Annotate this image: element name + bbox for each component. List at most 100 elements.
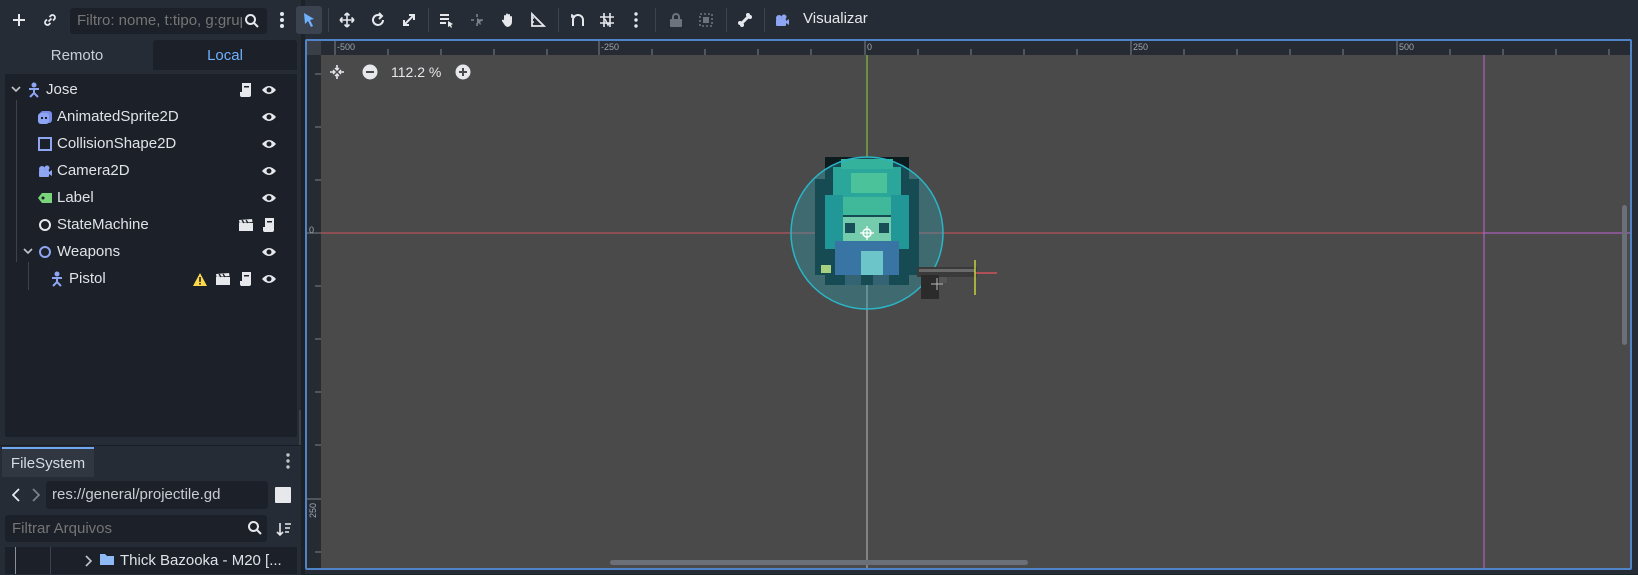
kebab-menu-icon <box>280 12 284 28</box>
link-icon <box>44 14 56 26</box>
search-icon <box>245 14 259 28</box>
filesystem-menu-button[interactable] <box>284 451 292 471</box>
scene-tree: Jose AnimatedSprite2D CollisionShape2D C… <box>5 74 297 437</box>
ruler-mode-button[interactable] <box>528 8 548 32</box>
search-icon <box>248 521 262 535</box>
chevron-right-icon[interactable] <box>85 555 93 567</box>
lock-button[interactable] <box>666 8 686 32</box>
folder-label: Thick Bazooka - M20 [... <box>120 552 282 569</box>
visibility-eye-icon[interactable] <box>261 163 277 179</box>
horizontal-scrollbar[interactable] <box>610 560 1028 565</box>
tab-remote[interactable]: Remoto <box>5 40 149 70</box>
cursor-arrow-icon <box>304 13 314 27</box>
group-button[interactable] <box>696 8 716 32</box>
scene-filter-field[interactable] <box>70 8 267 34</box>
smart-snap-button[interactable] <box>568 8 588 32</box>
plus-icon <box>13 14 25 26</box>
tree-row-animatedsprite2d[interactable]: AnimatedSprite2D <box>5 103 297 131</box>
node-label: Jose <box>46 81 78 98</box>
plus-circle-icon <box>455 64 471 80</box>
list-select-icon <box>440 14 453 28</box>
filesystem-path-input[interactable] <box>52 486 262 503</box>
scale-icon <box>403 14 415 26</box>
toolbar-separator <box>764 8 765 32</box>
filesystem-tree: Thick Bazooka - M20 [... <box>5 547 297 574</box>
ruler-tick-label: 250 <box>308 503 318 519</box>
vertical-scrollbar[interactable] <box>1622 205 1627 345</box>
tree-row-jose[interactable]: Jose <box>5 76 297 104</box>
camera-override-button[interactable] <box>772 8 792 32</box>
warning-icon[interactable] <box>192 271 208 287</box>
node-label: Camera2D <box>57 162 130 179</box>
ruler-tick-label: -500 <box>337 42 356 52</box>
pivot-mode-button[interactable] <box>467 8 487 32</box>
view-menu[interactable]: Visualizar <box>803 10 868 27</box>
character-body-icon <box>26 82 42 98</box>
filesystem-path-field[interactable] <box>46 481 268 509</box>
visibility-eye-icon[interactable] <box>261 190 277 206</box>
grid-snap-button[interactable] <box>597 8 617 32</box>
node-label: AnimatedSprite2D <box>57 108 179 125</box>
ruler-ticks <box>307 73 321 553</box>
tree-row-statemachine[interactable]: StateMachine <box>5 211 297 239</box>
tree-row-weapons[interactable]: Weapons <box>5 238 297 266</box>
filesystem-filter-input[interactable] <box>12 520 232 537</box>
horizontal-ruler: -500 -250 0 250 500 <box>307 41 1630 55</box>
sort-button[interactable] <box>275 519 293 539</box>
chevron-left-icon <box>12 488 20 502</box>
ruler-corner <box>307 41 321 55</box>
dock-splitter[interactable] <box>299 410 301 446</box>
scene-dock-menu-button[interactable] <box>274 8 290 32</box>
move-icon <box>339 12 355 28</box>
rotate-mode-button[interactable] <box>368 8 388 32</box>
visibility-eye-icon[interactable] <box>261 109 277 125</box>
ruler-tick-label: 0 <box>309 225 315 235</box>
scale-mode-button[interactable] <box>399 8 419 32</box>
tree-row-camera2d[interactable]: Camera2D <box>5 157 297 185</box>
zoom-level[interactable]: 112.2 % <box>391 64 441 80</box>
zoom-out-button[interactable] <box>362 64 380 82</box>
tree-row-label[interactable]: Label <box>5 184 297 212</box>
chevron-down-icon[interactable] <box>23 248 33 256</box>
tree-row-collisionshape2d[interactable]: CollisionShape2D <box>5 130 297 158</box>
pan-mode-button[interactable] <box>498 8 518 32</box>
tab-local[interactable]: Local <box>153 40 297 70</box>
lock-icon <box>670 13 682 27</box>
visibility-eye-icon[interactable] <box>261 82 277 98</box>
scene-filter-input[interactable] <box>77 12 242 29</box>
script-icon[interactable] <box>238 82 254 98</box>
zoom-in-button[interactable] <box>455 64 473 82</box>
visibility-eye-icon[interactable] <box>261 271 277 287</box>
script-icon[interactable] <box>238 271 254 287</box>
list-select-button[interactable] <box>436 8 456 32</box>
clapperboard-icon[interactable] <box>215 271 231 287</box>
tree-row-pistol[interactable]: Pistol <box>5 265 297 293</box>
select-mode-button[interactable] <box>296 6 322 34</box>
chevron-down-icon[interactable] <box>11 86 21 94</box>
script-icon[interactable] <box>261 217 277 233</box>
toolbar-separator <box>428 8 429 32</box>
filesystem-filter-field[interactable] <box>5 515 267 542</box>
list-item[interactable]: Thick Bazooka - M20 [... <box>5 547 297 574</box>
vertical-ruler: 0 250 <box>307 41 321 568</box>
kebab-menu-icon <box>634 12 638 28</box>
forward-button[interactable] <box>29 485 43 505</box>
skeleton-button[interactable] <box>735 8 755 32</box>
tab-filesystem[interactable]: FileSystem <box>2 447 94 477</box>
back-button[interactable] <box>9 485 23 505</box>
snap-options-button[interactable] <box>629 8 643 32</box>
center-view-button[interactable] <box>329 64 347 82</box>
visibility-eye-icon[interactable] <box>261 136 277 152</box>
move-mode-button[interactable] <box>337 8 357 32</box>
grid-snap-icon <box>600 13 614 27</box>
split-view-toggle-icon[interactable] <box>275 487 291 503</box>
instance-scene-button[interactable] <box>38 8 62 32</box>
add-node-button[interactable] <box>8 8 30 32</box>
bone-icon <box>738 13 752 27</box>
toolbar-separator <box>726 8 727 32</box>
scene-canvas <box>321 55 1630 568</box>
2d-viewport[interactable]: -500 -250 0 250 500 0 250 <box>305 39 1632 570</box>
clapperboard-icon[interactable] <box>238 217 254 233</box>
collision-shape-icon <box>37 136 53 152</box>
visibility-eye-icon[interactable] <box>261 244 277 260</box>
